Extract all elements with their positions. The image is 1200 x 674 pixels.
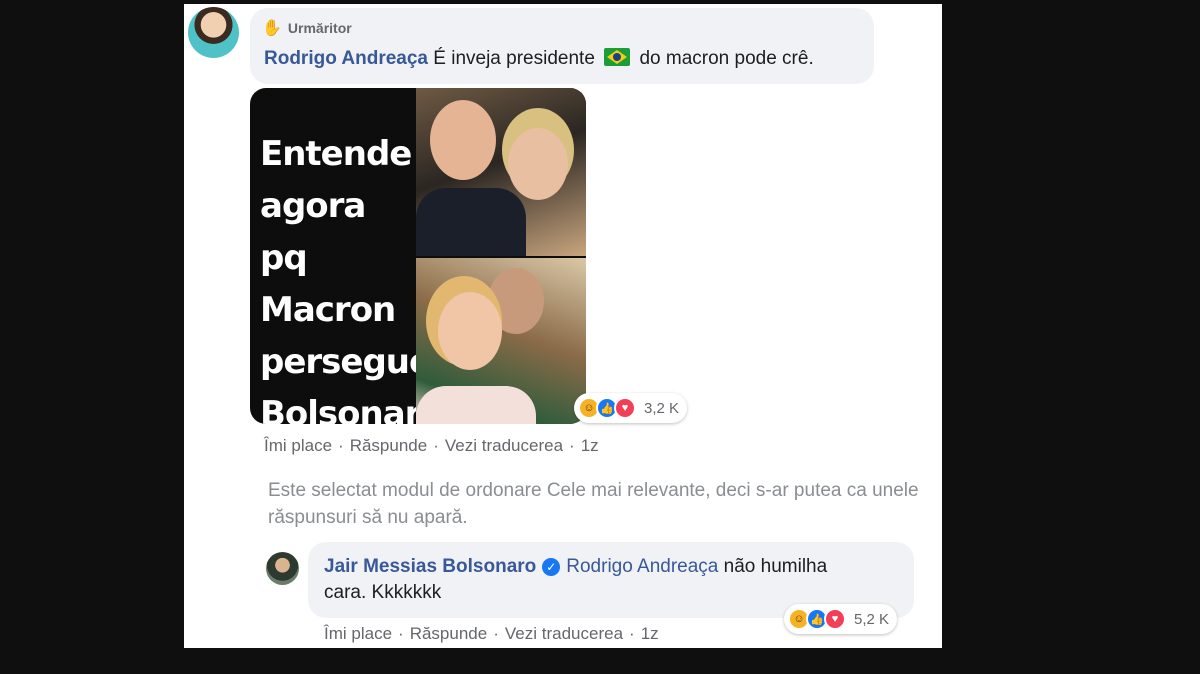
reply-text-line2: cara. Kkkkkkk <box>324 582 442 603</box>
comment-text-part2: do macron pode crê. <box>639 48 814 69</box>
meme-caption: Entende agora pq Macron persegue Bolsona… <box>260 128 463 424</box>
meme-line: agora <box>260 186 366 226</box>
meme-line: persegue <box>260 342 432 382</box>
verified-badge-icon: ✓ <box>542 558 561 576</box>
reply-reactions-summary[interactable]: ☺ 👍 ♥ 5,2 K <box>784 604 898 634</box>
translate-link[interactable]: Vezi traducerea <box>505 624 623 643</box>
timestamp[interactable]: 1z <box>641 624 659 643</box>
reply-text-line1: não humilha <box>723 556 828 577</box>
like-link[interactable]: Îmi place <box>324 624 392 643</box>
love-icon: ♥ <box>614 397 636 419</box>
reply-text: Jair Messias Bolsonaro ✓ Rodrigo Andreaça … <box>324 556 827 578</box>
avatar-rodrigo[interactable] <box>188 7 239 58</box>
reaction-count: 3,2 K <box>644 399 680 417</box>
translate-link[interactable]: Vezi traducerea <box>445 436 563 455</box>
comment-bubble-rodrigo: ✋ Urmăritor Rodrigo Andreaça É inveja pr… <box>250 8 874 84</box>
meme-photo-top <box>416 88 586 256</box>
meme-line: pq Macron <box>260 238 396 330</box>
meme-line: Entende <box>260 134 412 174</box>
comment-text: Rodrigo Andreaça É inveja presidente do … <box>264 48 814 70</box>
reply-author[interactable]: Jair Messias Bolsonaro <box>324 556 536 577</box>
brazil-flag-icon <box>604 48 631 66</box>
reaction-count: 5,2 K <box>854 610 890 628</box>
wave-hand-icon: ✋ <box>262 20 282 37</box>
avatar-bolsonaro[interactable] <box>266 552 299 585</box>
sort-notice: Este selectat modul de ordonare Cele mai… <box>268 480 919 528</box>
follower-badge: ✋ Urmăritor <box>262 18 352 38</box>
comment-text-part1: É inveja presidente <box>433 48 595 69</box>
reactions-summary[interactable]: ☺ 👍 ♥ 3,2 K <box>574 393 688 423</box>
reply-link[interactable]: Răspunde <box>410 624 488 643</box>
meme-image[interactable]: Entende agora pq Macron persegue Bolsona… <box>250 88 586 424</box>
comment-author[interactable]: Rodrigo Andreaça <box>264 48 428 69</box>
comments-panel: ✋ Urmăritor Rodrigo Andreaça É inveja pr… <box>184 4 942 648</box>
reply-mention[interactable]: Rodrigo Andreaça <box>566 556 718 577</box>
timestamp[interactable]: 1z <box>581 436 599 455</box>
reply-actions: Îmi place · Răspunde · Vezi traducerea · 1z <box>324 624 659 643</box>
love-icon: ♥ <box>824 608 846 630</box>
comment-actions: Îmi place · Răspunde · Vezi traducerea · 1z <box>264 436 599 455</box>
meme-line: Bolsonaro? <box>260 394 463 424</box>
follower-label: Urmăritor <box>287 20 352 36</box>
like-link[interactable]: Îmi place <box>264 436 332 455</box>
reply-link[interactable]: Răspunde <box>350 436 428 455</box>
meme-photo-bottom <box>416 258 586 424</box>
